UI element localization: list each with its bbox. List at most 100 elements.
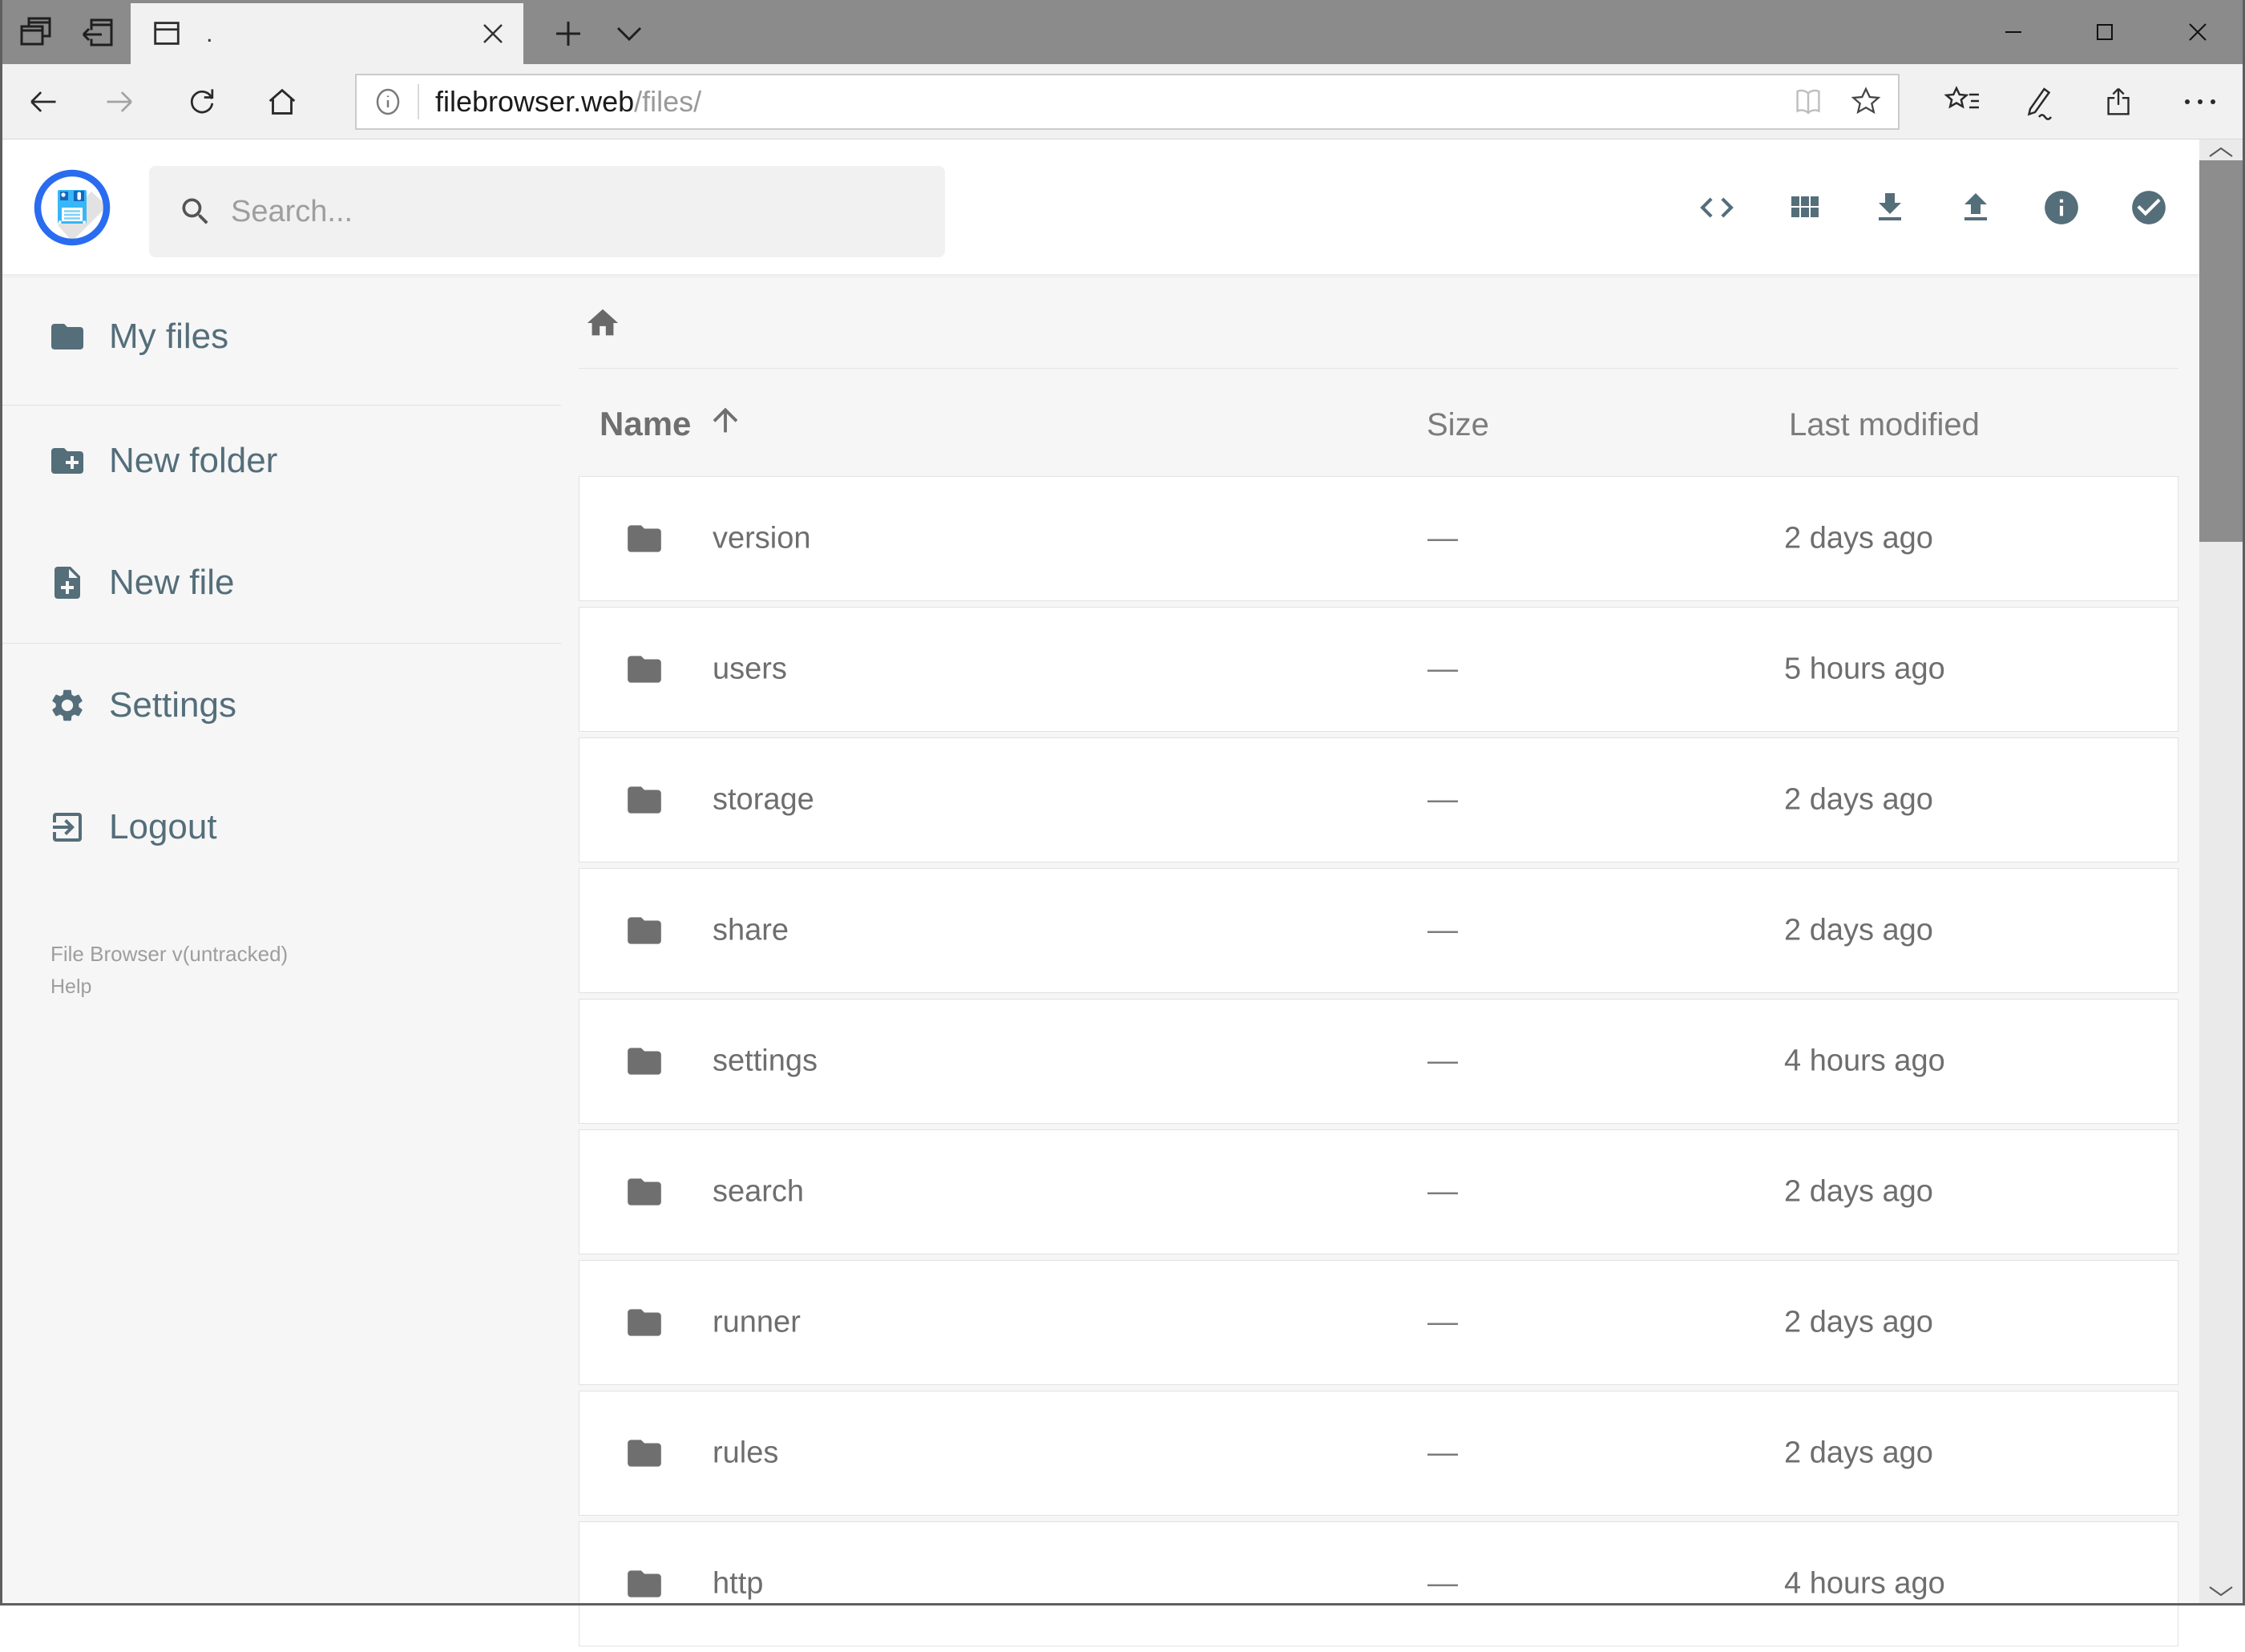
filebrowser-logo[interactable] — [34, 169, 111, 246]
sidebar-item-new-folder[interactable]: New folder — [0, 417, 529, 505]
address-bar[interactable]: filebrowser.web/files/ — [355, 74, 1900, 130]
scrollbar-thumb[interactable] — [2199, 160, 2243, 542]
set-tabs-aside-button[interactable] — [67, 0, 127, 64]
url-text[interactable]: filebrowser.web/files/ — [435, 85, 701, 119]
toggle-shell-code-button[interactable] — [1679, 170, 1754, 245]
search-box[interactable] — [149, 166, 945, 257]
tab-close-button[interactable] — [474, 14, 512, 53]
file-size: — — [1427, 1044, 1458, 1078]
settings-and-more-button[interactable] — [2166, 64, 2235, 139]
file-modified: 4 hours ago — [1784, 1566, 1945, 1601]
back-button[interactable] — [10, 64, 75, 139]
window-maximize-button[interactable] — [2068, 0, 2142, 64]
file-name: users — [713, 652, 787, 686]
upload-button[interactable] — [1938, 170, 2013, 245]
column-header-modified[interactable]: Last modified — [1789, 407, 1980, 443]
browser-home-button[interactable] — [249, 64, 315, 139]
info-icon — [2041, 188, 2081, 228]
app-content: My files New folder New file Settings Lo… — [0, 275, 2199, 1646]
sidebar-divider — [0, 643, 561, 644]
window-close-button[interactable] — [2161, 0, 2235, 64]
settings-gear-icon — [48, 686, 87, 725]
grid-view-icon — [1785, 188, 1823, 227]
add-favorite-star-icon[interactable] — [1840, 76, 1892, 127]
file-name: http — [713, 1566, 764, 1601]
forward-button[interactable] — [87, 64, 153, 139]
tab-preview-chevron-button[interactable] — [601, 3, 657, 64]
create-new-folder-icon — [48, 442, 87, 480]
exit-to-app-icon — [48, 808, 87, 846]
refresh-button[interactable] — [169, 64, 235, 139]
select-multiple-button[interactable] — [2111, 170, 2186, 245]
file-row-runner[interactable]: runner — 2 days ago — [579, 1260, 2178, 1385]
web-notes-pen-button[interactable] — [2004, 64, 2073, 139]
window-minimize-button[interactable] — [1976, 0, 2050, 64]
file-modified: 5 hours ago — [1784, 652, 1945, 686]
new-tab-button[interactable] — [540, 3, 596, 64]
note-add-icon — [48, 563, 87, 602]
folder-icon — [624, 1433, 664, 1473]
scrollbar-down-arrow[interactable] — [2207, 1585, 2235, 1597]
file-size: — — [1427, 521, 1458, 555]
folder-icon — [624, 649, 664, 689]
help-link[interactable]: Help — [50, 971, 288, 1003]
browser-navbar: filebrowser.web/files/ — [0, 64, 2245, 139]
file-name: version — [713, 521, 811, 555]
url-path: /files/ — [634, 85, 702, 118]
code-icon — [1697, 188, 1737, 228]
tab-title: . — [206, 19, 213, 47]
file-name: share — [713, 913, 789, 947]
file-row-share[interactable]: share — 2 days ago — [579, 868, 2178, 993]
breadcrumb-home-button[interactable] — [584, 299, 640, 347]
download-icon — [1871, 188, 1909, 227]
site-info-icon[interactable] — [373, 87, 403, 117]
download-button[interactable] — [1852, 170, 1928, 245]
browser-titlebar: . — [0, 0, 2245, 64]
switch-view-button[interactable] — [1767, 170, 1842, 245]
sidebar-item-logout[interactable]: Logout — [0, 783, 529, 871]
sidebar-divider — [0, 405, 561, 406]
file-modified: 4 hours ago — [1784, 1044, 1945, 1078]
file-row-search[interactable]: search — 2 days ago — [579, 1129, 2178, 1254]
url-host: filebrowser.web — [435, 85, 635, 118]
file-name: settings — [713, 1044, 818, 1078]
address-divider — [418, 84, 419, 119]
column-header-size[interactable]: Size — [1427, 407, 1489, 443]
hub-favorites-button[interactable] — [1928, 64, 1997, 139]
file-name: rules — [713, 1436, 779, 1470]
file-size: — — [1427, 782, 1458, 817]
file-modified: 2 days ago — [1784, 1305, 1933, 1339]
scrollbar-up-arrow[interactable] — [2207, 146, 2235, 159]
sidebar-item-label: Settings — [109, 685, 236, 725]
search-input[interactable] — [231, 194, 945, 229]
sidebar-item-settings[interactable]: Settings — [0, 661, 529, 749]
column-header-name[interactable]: Name — [600, 405, 691, 443]
tabs-set-aside-list-button[interactable] — [6, 0, 66, 64]
sidebar-item-new-file[interactable]: New file — [0, 539, 529, 627]
window-border-left — [0, 0, 2, 1606]
home-icon — [584, 305, 621, 341]
vertical-scrollbar[interactable] — [2199, 139, 2243, 1606]
browser-tab[interactable]: . — [131, 3, 523, 64]
folder-icon — [624, 1303, 664, 1343]
tabs-set-aside-icon — [17, 13, 55, 51]
sidebar-item-my-files[interactable]: My files — [0, 293, 529, 381]
sort-ascending-arrow-icon[interactable] — [707, 402, 744, 438]
file-row-storage[interactable]: storage — 2 days ago — [579, 737, 2178, 862]
share-button[interactable] — [2085, 64, 2154, 139]
sidebar-item-label: My files — [109, 317, 229, 356]
folder-icon — [624, 780, 664, 820]
file-modified: 2 days ago — [1784, 1174, 1933, 1209]
file-modified: 2 days ago — [1784, 1436, 1933, 1470]
file-row-version[interactable]: version — 2 days ago — [579, 476, 2178, 601]
file-info-button[interactable] — [2024, 170, 2099, 245]
breadcrumb-divider — [579, 368, 2178, 369]
file-row-http[interactable]: http — 4 hours ago — [579, 1521, 2178, 1646]
file-row-rules[interactable]: rules — 2 days ago — [579, 1391, 2178, 1516]
reading-view-icon — [1783, 76, 1834, 127]
file-row-users[interactable]: users — 5 hours ago — [579, 607, 2178, 732]
sidebar-item-label: New folder — [109, 441, 278, 480]
folder-icon — [48, 317, 87, 356]
file-row-settings[interactable]: settings — 4 hours ago — [579, 999, 2178, 1124]
file-size: — — [1427, 652, 1458, 686]
